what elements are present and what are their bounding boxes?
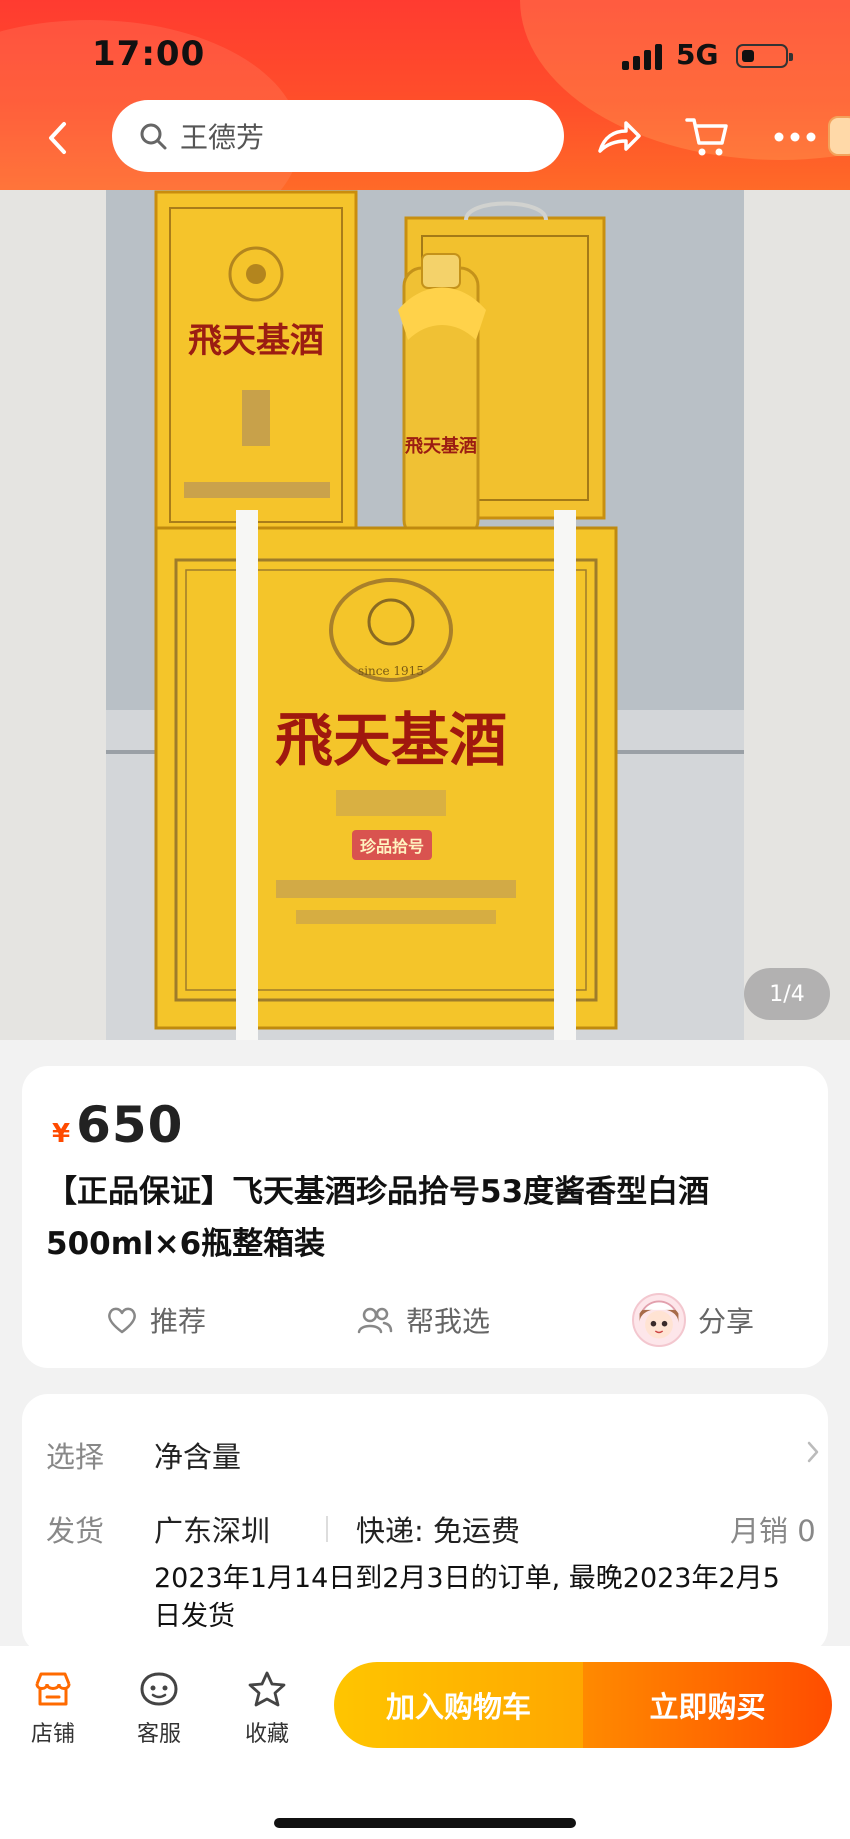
avatar [632,1293,686,1347]
monthly-sales: 月销 0 [730,1514,816,1548]
share-label: 分享 [698,1305,755,1338]
divider [326,1516,328,1542]
share-arrow-icon [598,121,641,153]
select-value: 净含量 [154,1440,242,1474]
help-choose-button[interactable]: 帮我选 [356,1288,490,1352]
box-sub-text: 珍品拾号 [360,837,424,856]
service-tab[interactable]: 客服 [114,1670,204,1748]
anime-avatar-icon [639,1300,679,1339]
image-counter: 1/4 [744,968,830,1020]
customer-service-icon [140,1672,178,1706]
service-label: 客服 [136,1722,181,1747]
box-brand-text: 飛天基酒 [188,321,324,361]
search-input[interactable]: 王德芳 [112,100,564,172]
bottom-action-bar: 店铺 客服 收藏 加入购物车 立即购买 [0,1646,850,1839]
network-label: 5G [676,38,719,71]
buy-now-button[interactable]: 立即购买 [583,1662,832,1748]
product-photo: 飛天基酒 飛天基酒 since 1915 飛天基酒 珍品拾号 [106,190,744,1040]
back-button[interactable] [38,118,78,158]
recommend-button[interactable]: 推荐 [106,1288,206,1352]
cart-button[interactable] [682,112,732,162]
price: ¥ 650 [52,1096,183,1154]
price-value: 650 [76,1096,184,1154]
signal-icon [622,44,666,70]
store-tab[interactable]: 店铺 [8,1670,98,1748]
store-icon [35,1672,71,1706]
since-text: since 1915 [358,664,424,678]
ship-from: 广东深圳 [154,1514,271,1548]
top-header: 17:00 5G 王德芳 [0,0,850,190]
floating-badge-icon[interactable] [828,116,850,156]
bottle-brand-text: 飛天基酒 [405,435,477,457]
more-dots-icon [774,132,816,142]
price-card: ¥ 650 【正品保证】飞天基酒珍品拾号53度酱香型白酒500ml×6瓶整箱装 … [22,1066,828,1368]
product-title: 【正品保证】飞天基酒珍品拾号53度酱香型白酒500ml×6瓶整箱装 [46,1174,710,1262]
add-to-cart-button[interactable]: 加入购物车 [334,1662,583,1748]
box-front-brand-text: 飛天基酒 [275,706,507,774]
ship-label: 发货 [46,1514,105,1548]
search-placeholder: 王德芳 [180,121,265,154]
favorite-tab[interactable]: 收藏 [222,1670,312,1748]
select-label: 选择 [46,1440,105,1474]
liquor-boxes-image: 飛天基酒 飛天基酒 since 1915 飛天基酒 珍品拾号 [106,190,744,1040]
currency-symbol: ¥ [52,1119,71,1149]
chevron-left-icon [49,122,66,154]
status-bar: 17:00 5G [0,0,850,110]
ship-row: 发货 广东深圳 快递: 免运费 月销 0 [46,1508,826,1548]
ship-note: 2023年1月14日到2月3日的订单, 最晚2023年2月5日发货 [154,1563,780,1632]
store-label: 店铺 [30,1722,75,1747]
share-button[interactable] [594,112,644,162]
select-row[interactable]: 选择 净含量 [46,1434,819,1474]
home-indicator[interactable] [274,1818,576,1828]
status-time: 17:00 [92,34,206,74]
people-icon [357,1307,393,1334]
spec-card: 选择 净含量 发货 广东深圳 快递: 免运费 月销 0 2023年1月14日到2… [22,1394,828,1654]
battery-icon [736,44,793,68]
action-row: 推荐 帮我选 分享 [22,1288,828,1352]
favorite-label: 收藏 [244,1722,289,1747]
express-info: 快递: 免运费 [356,1514,520,1548]
heart-icon [108,1307,136,1334]
cart-icon [685,118,728,156]
search-icon [140,123,167,150]
share-product-button[interactable]: 分享 [632,1288,754,1352]
star-icon [248,1671,286,1707]
product-gallery[interactable]: 飛天基酒 飛天基酒 since 1915 飛天基酒 珍品拾号 1/4 [0,190,850,1040]
help-choose-label: 帮我选 [406,1305,491,1338]
more-button[interactable] [770,112,820,162]
chevron-right-icon [807,1441,819,1463]
purchase-buttons: 加入购物车 立即购买 [334,1662,832,1748]
recommend-label: 推荐 [150,1305,207,1338]
